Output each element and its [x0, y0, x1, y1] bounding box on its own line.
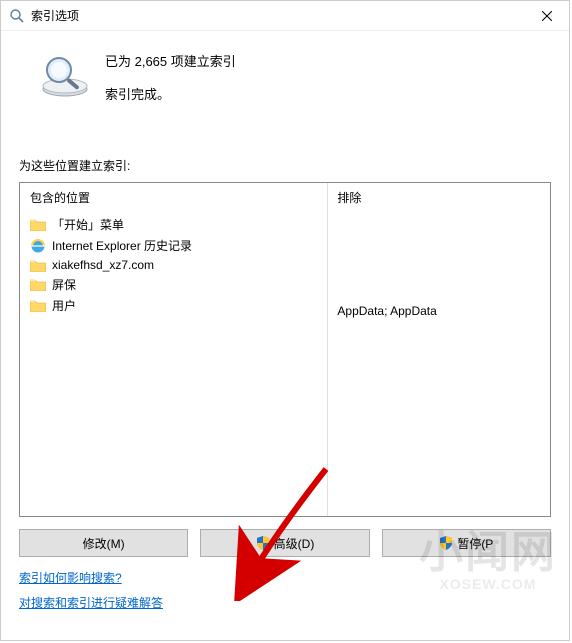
- shield-icon: [439, 536, 453, 550]
- excluded-column: 排除 AppData; AppData: [327, 183, 550, 516]
- folder-icon: [30, 218, 46, 231]
- window-title: 索引选项: [31, 7, 79, 24]
- help-link-troubleshoot[interactable]: 对搜索和索引进行疑难解答: [19, 594, 163, 611]
- list-item[interactable]: 「开始」菜单: [30, 214, 317, 235]
- folder-icon: [30, 299, 46, 312]
- column-divider: [327, 183, 328, 516]
- help-links: 索引如何影响搜索? 对搜索和索引进行疑难解答: [19, 557, 551, 611]
- folder-icon: [30, 259, 46, 272]
- modify-button[interactable]: 修改(M): [19, 529, 188, 557]
- list-item[interactable]: Internet Explorer 历史记录: [30, 235, 317, 256]
- location-label: Internet Explorer 历史记录: [52, 237, 192, 254]
- advanced-button[interactable]: 高级(D): [200, 529, 369, 557]
- location-label: 屏保: [52, 276, 76, 293]
- location-label: 「开始」菜单: [52, 216, 124, 233]
- status-row: 已为 2,665 项建立索引 索引完成。: [19, 45, 551, 117]
- help-link-search[interactable]: 索引如何影响搜索?: [19, 569, 122, 586]
- shield-icon: [256, 536, 270, 550]
- status-text: 已为 2,665 项建立索引 索引完成。: [105, 49, 236, 117]
- status-count: 已为 2,665 项建立索引: [105, 51, 236, 70]
- locations-list: 包含的位置 「开始」菜单 Internet Explorer 历史记录 xiak…: [19, 182, 551, 517]
- close-button[interactable]: [525, 1, 569, 31]
- ie-icon: [30, 238, 46, 254]
- excluded-header: 排除: [337, 189, 540, 206]
- search-icon: [9, 8, 25, 24]
- locations-label: 为这些位置建立索引:: [19, 157, 551, 174]
- magnifier-drive-icon: [39, 49, 91, 101]
- advanced-label: 高级(D): [274, 535, 315, 552]
- folder-icon: [30, 278, 46, 291]
- included-column: 包含的位置 「开始」菜单 Internet Explorer 历史记录 xiak…: [20, 183, 327, 516]
- titlebar-left: 索引选项: [9, 7, 79, 24]
- included-header: 包含的位置: [30, 189, 317, 206]
- titlebar: 索引选项: [1, 1, 569, 31]
- exclude-spacer: [337, 214, 540, 302]
- modify-label: 修改(M): [83, 535, 125, 552]
- status-complete: 索引完成。: [105, 84, 236, 103]
- pause-button[interactable]: 暂停(P: [382, 529, 551, 557]
- indexing-options-window: 索引选项 已为 2,665 项建立索引 索引完成。 为这些位置建立索引:: [0, 0, 570, 641]
- pause-label: 暂停(P: [457, 535, 493, 552]
- list-item[interactable]: 屏保: [30, 274, 317, 295]
- close-icon: [542, 11, 552, 21]
- list-item[interactable]: xiakefhsd_xz7.com: [30, 256, 317, 274]
- list-item[interactable]: 用户: [30, 295, 317, 316]
- exclude-value: AppData; AppData: [337, 302, 540, 320]
- location-label: 用户: [52, 297, 76, 314]
- button-row: 修改(M) 高级(D) 暂停(P: [19, 529, 551, 557]
- content-area: 已为 2,665 项建立索引 索引完成。 为这些位置建立索引: 包含的位置 「开…: [1, 31, 569, 621]
- location-label: xiakefhsd_xz7.com: [52, 258, 154, 272]
